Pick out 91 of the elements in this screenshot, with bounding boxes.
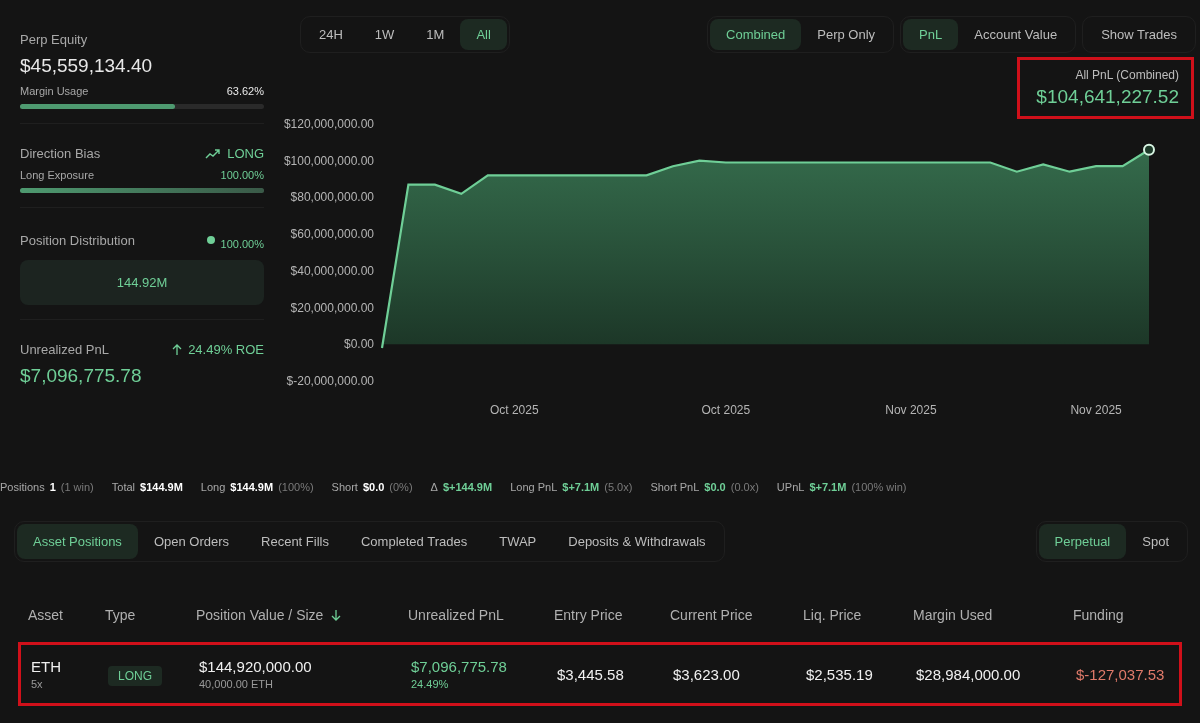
table-tab[interactable]: TWAP [483, 524, 553, 559]
table-tab[interactable]: Asset Positions [17, 524, 138, 559]
column-header[interactable]: Liq. Price [803, 607, 862, 623]
stat-note: (0%) [389, 481, 413, 495]
stat-note: (100% win) [851, 481, 907, 495]
leverage-cell-text: 5x [31, 678, 44, 690]
x-axis-label: Nov 2025 [1070, 403, 1122, 417]
table-tab[interactable]: Open Orders [137, 524, 246, 559]
entry-price-cell-text: $3,445.58 [557, 665, 625, 683]
column-header[interactable]: Funding [1073, 607, 1124, 623]
y-axis-label: $60,000,000.00 [290, 227, 374, 242]
column-header[interactable]: Unrealized PnL [408, 607, 504, 623]
column-header[interactable]: Asset [28, 607, 63, 623]
column-header[interactable]: Entry Price [554, 607, 623, 623]
unrealized-pnl-value: $7,096,775.78 [20, 365, 143, 387]
trend-up-icon [205, 148, 222, 159]
pnl-percent-cell-text: 24.49% [411, 678, 450, 690]
type-badge: LONG [108, 665, 162, 686]
x-axis-label: Oct 2025 [701, 403, 751, 417]
x-axis-label: Nov 2025 [885, 403, 937, 417]
column-header[interactable]: Position Value / Size [196, 607, 324, 623]
asset-cell-text: ETH [31, 658, 62, 675]
position-value-cell-text: $144,920,000.00 [199, 658, 313, 675]
stat-label: Total [111, 481, 136, 495]
position-distribution-label: Position Distribution [20, 232, 135, 248]
direction-bias-value: LONG [227, 146, 264, 161]
x-axis-label: Oct 2025 [489, 403, 539, 417]
table-tab[interactable]: Completed Trades [344, 524, 484, 559]
stat-note: (5.0x) [604, 481, 633, 495]
table-tab[interactable]: Deposits & Withdrawals [552, 524, 722, 559]
range-tab[interactable]: All [460, 19, 507, 50]
stat-value: $144.9M [140, 481, 183, 495]
pnl-summary-value: $104,641,227.52 [1036, 86, 1179, 108]
stat-value: 1 [49, 481, 56, 495]
funding-cell-text: $-127,037.53 [1076, 665, 1166, 683]
long-exposure-label: Long Exposure [20, 169, 94, 181]
stat-label: Short PnL [650, 481, 700, 495]
margin-used-cell-text: $28,984,000.00 [916, 665, 1022, 683]
market-tab[interactable]: Spot [1126, 524, 1185, 559]
y-axis-label: $100,000,000.00 [283, 153, 374, 168]
stat-note: (100%) [278, 481, 314, 495]
market-tab[interactable]: Perpetual [1038, 524, 1127, 559]
pnl-summary-label: All PnL (Combined) [1074, 68, 1179, 82]
y-axis-label: $20,000,000.00 [290, 300, 374, 315]
metric-tab[interactable]: Account Value [958, 19, 1074, 50]
range-tab[interactable]: 24H [303, 19, 359, 50]
perp-equity-value: $45,559,134.40 [20, 55, 154, 77]
y-axis-label: $80,000,000.00 [290, 190, 374, 205]
metric-tab[interactable]: PnL [903, 19, 959, 50]
stat-value: $+144.9M [442, 481, 493, 495]
stat-note: (0.0x) [730, 481, 759, 495]
end-point [1143, 143, 1155, 156]
stat-label: Positions [0, 481, 45, 495]
distribution-reading: 100.00% [220, 238, 264, 250]
liq-price-cell-text: $2,535.19 [806, 665, 874, 683]
stat-value: $0.0 [704, 481, 726, 495]
arrow-up-icon [172, 343, 183, 356]
margin-usage-reading: 63.62% [226, 85, 264, 97]
distribution-bar: 144.92M [20, 260, 264, 305]
y-axis-label: $40,000,000.00 [290, 263, 374, 278]
stat-note: (1 win) [60, 481, 94, 495]
table-tab[interactable]: Recent Fills [245, 524, 345, 559]
range-tab[interactable]: 1W [358, 19, 411, 50]
stat-label: Long [200, 481, 226, 495]
current-price-cell-text: $3,623.00 [673, 665, 741, 683]
column-header[interactable]: Margin Used [913, 607, 993, 623]
direction-bias-label: Direction Bias [20, 146, 101, 161]
mode-tab[interactable]: Perp Only [801, 19, 892, 50]
column-header[interactable]: Type [105, 607, 136, 623]
position-size-cell-text: 40,000.00 ETH [199, 678, 274, 690]
column-header[interactable]: Current Price [670, 607, 753, 623]
stat-label: Long PnL [510, 481, 558, 495]
margin-usage-label: Margin Usage [20, 85, 89, 97]
stat-label: Short [331, 481, 358, 495]
long-exposure-reading: 100.00% [220, 169, 264, 181]
stat-label: UPnL [776, 481, 805, 495]
range-tab[interactable]: 1M [410, 19, 461, 50]
roe-reading: 24.49% ROE [188, 342, 264, 357]
perp-equity-label: Perp Equity [20, 32, 89, 47]
stat-value: $144.9M [230, 481, 274, 495]
y-axis-label: $120,000,000.00 [283, 117, 374, 131]
unrealized-pnl-label: Unrealized PnL [20, 342, 109, 357]
stat-value: $+7.1M [809, 481, 847, 495]
mode-tab[interactable]: Combined [710, 19, 802, 50]
stat-value: $+7.1M [562, 481, 600, 495]
unrealized-pnl-cell-text: $7,096,775.78 [411, 658, 508, 675]
y-axis-label: $-20,000,000.00 [286, 374, 374, 388]
stat-value: $0.0 [362, 481, 385, 495]
y-axis-label: $0.00 [343, 337, 374, 352]
stat-label: Δ [430, 481, 438, 495]
sort-arrow-icon[interactable] [331, 609, 342, 621]
